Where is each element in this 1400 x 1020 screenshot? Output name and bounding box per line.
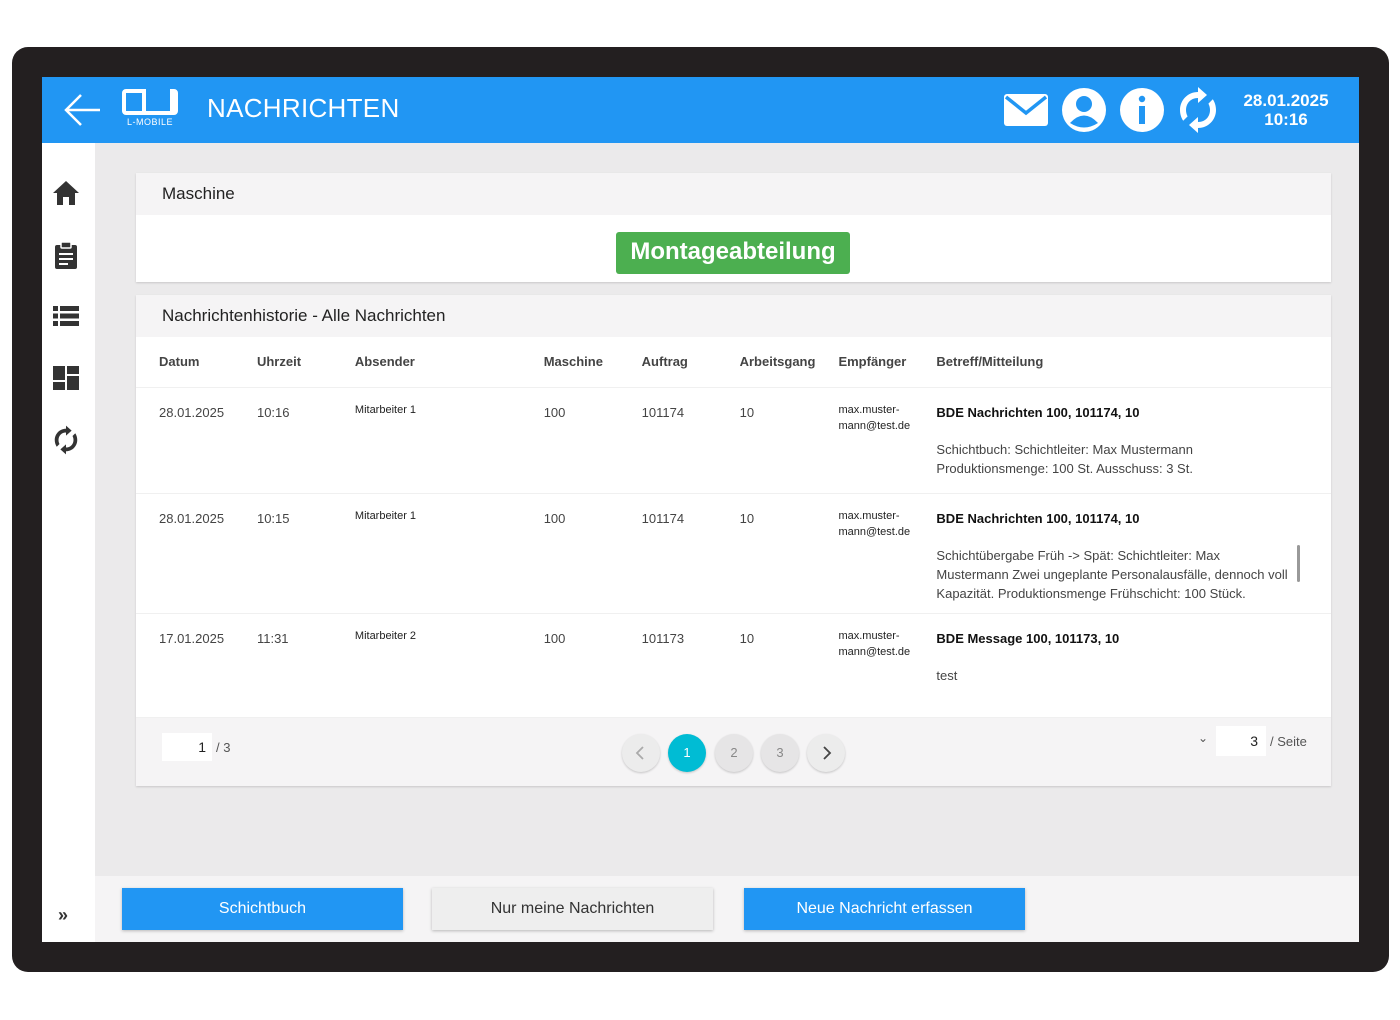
message-subject: BDE Nachrichten 100, 101174, 10 xyxy=(936,404,1140,420)
table-row[interactable]: 28.01.2025 10:16 Mitarbeiter 1 100 10117… xyxy=(136,387,1331,494)
list-icon[interactable] xyxy=(51,301,81,331)
header-date: 28.01.2025 xyxy=(1243,91,1329,110)
page-total: / 3 xyxy=(216,740,231,755)
column-header[interactable]: Datum xyxy=(136,337,234,388)
prev-page-button[interactable] xyxy=(622,734,660,772)
cell-subject: BDE Nachrichten 100, 101174, 10 Schichtü… xyxy=(913,493,1331,614)
cell-time: 10:15 xyxy=(233,493,332,614)
machine-card-title: Maschine xyxy=(136,173,1331,215)
dashboard-icon[interactable] xyxy=(51,363,81,393)
cell-date: 28.01.2025 xyxy=(136,493,234,614)
logo-text: L-MOBILE xyxy=(126,117,173,127)
home-icon[interactable] xyxy=(51,178,81,208)
action-bar: Schichtbuch Nur meine Nachrichten Neue N… xyxy=(95,876,1359,942)
cell-recipient: max.muster-mann@test.de xyxy=(815,613,914,718)
messages-table: Datum Uhrzeit Absender Maschine Auftrag … xyxy=(136,337,1331,718)
history-card: Nachrichtenhistorie - Alle Nachrichten D… xyxy=(136,295,1331,786)
cell-subject: BDE Nachrichten 100, 101174, 10 Schichtb… xyxy=(913,387,1331,494)
expand-icon[interactable]: » xyxy=(58,905,68,926)
pagination-bar: 1 / 3 1 2 3 ⌄ 3 / Seite xyxy=(136,718,1331,786)
cell-date: 17.01.2025 xyxy=(136,613,234,718)
cell-order: 101174 xyxy=(618,493,717,614)
header-time: 10:16 xyxy=(1264,110,1308,129)
logo-mark xyxy=(122,89,178,115)
cell-subject: BDE Message 100, 101173, 10 test xyxy=(913,613,1331,718)
new-message-button[interactable]: Neue Nachricht erfassen xyxy=(744,888,1025,930)
chevron-down-icon[interactable]: ⌄ xyxy=(1198,731,1208,745)
page-button-2[interactable]: 2 xyxy=(715,734,753,772)
page-number-input[interactable]: 1 xyxy=(162,733,212,761)
column-header[interactable]: Empfänger xyxy=(815,337,914,388)
per-page-select[interactable]: 3 xyxy=(1216,726,1266,756)
sidebar: » xyxy=(42,143,95,942)
cell-sender: Mitarbeiter 1 xyxy=(331,493,521,614)
cell-order: 101173 xyxy=(618,613,717,718)
logo: L-MOBILE xyxy=(122,89,178,129)
message-body: Schichtbuch: Schichtleiter: Max Musterma… xyxy=(936,441,1193,476)
machine-badge[interactable]: Montageabteilung xyxy=(616,232,850,274)
page-title: NACHRICHTEN xyxy=(207,93,400,123)
message-body: test xyxy=(936,667,958,683)
my-messages-button[interactable]: Nur meine Nachrichten xyxy=(432,888,713,930)
message-body: Schichtübergabe Früh -> Spät: Schichtlei… xyxy=(936,547,1288,601)
page-button-1[interactable]: 1 xyxy=(668,734,706,772)
column-header[interactable]: Betreff/Mitteilung xyxy=(913,337,1331,388)
page-button-3[interactable]: 3 xyxy=(761,734,799,772)
table-header-row: Datum Uhrzeit Absender Maschine Auftrag … xyxy=(136,337,1331,388)
mail-icon[interactable] xyxy=(1002,86,1050,134)
message-subject: BDE Nachrichten 100, 101174, 10 xyxy=(936,510,1140,526)
cell-recipient: max.muster-mann@test.de xyxy=(815,493,914,614)
cell-sender: Mitarbeiter 2 xyxy=(331,613,521,718)
shift-book-button[interactable]: Schichtbuch xyxy=(122,888,403,930)
cell-recipient: max.muster-mann@test.de xyxy=(815,387,914,494)
cell-time: 10:16 xyxy=(233,387,332,494)
table-row[interactable]: 17.01.2025 11:31 Mitarbeiter 2 100 10117… xyxy=(136,613,1331,718)
top-bar: L-MOBILE NACHRICHTEN 28.01.2025 10:16 xyxy=(42,77,1359,143)
clipboard-icon[interactable] xyxy=(51,240,81,270)
refresh-icon[interactable] xyxy=(51,425,81,455)
cell-order: 101174 xyxy=(618,387,717,494)
column-header[interactable]: Arbeitsgang xyxy=(716,337,816,388)
cell-sender: Mitarbeiter 1 xyxy=(331,387,521,494)
datetime: 28.01.2025 10:16 xyxy=(1228,91,1344,129)
per-page-label: / Seite xyxy=(1270,734,1307,749)
info-icon[interactable] xyxy=(1118,86,1166,134)
cell-machine: 100 xyxy=(520,613,619,718)
column-header[interactable]: Uhrzeit xyxy=(233,337,332,388)
user-icon[interactable] xyxy=(1060,86,1108,134)
scrollbar-thumb[interactable] xyxy=(1297,545,1300,582)
column-header[interactable]: Maschine xyxy=(520,337,619,388)
column-header[interactable]: Auftrag xyxy=(618,337,717,388)
cell-machine: 100 xyxy=(520,493,619,614)
history-card-title: Nachrichtenhistorie - Alle Nachrichten xyxy=(136,295,1331,337)
cell-operation: 10 xyxy=(716,387,816,494)
cell-operation: 10 xyxy=(716,613,816,718)
next-page-button[interactable] xyxy=(807,734,845,772)
chevron-left-icon xyxy=(635,746,644,760)
table-row[interactable]: 28.01.2025 10:15 Mitarbeiter 1 100 10117… xyxy=(136,493,1331,614)
cell-operation: 10 xyxy=(716,493,816,614)
back-arrow-icon[interactable] xyxy=(62,89,104,131)
cell-time: 11:31 xyxy=(233,613,332,718)
sync-icon[interactable] xyxy=(1174,86,1222,134)
cell-machine: 100 xyxy=(520,387,619,494)
cell-date: 28.01.2025 xyxy=(136,387,234,494)
chevron-right-icon xyxy=(823,746,832,760)
machine-card: Maschine Montageabteilung xyxy=(136,173,1331,282)
column-header[interactable]: Absender xyxy=(331,337,521,388)
message-subject: BDE Message 100, 101173, 10 xyxy=(936,630,1120,646)
app-screen: L-MOBILE NACHRICHTEN 28.01.2025 10:16 » … xyxy=(42,77,1359,942)
